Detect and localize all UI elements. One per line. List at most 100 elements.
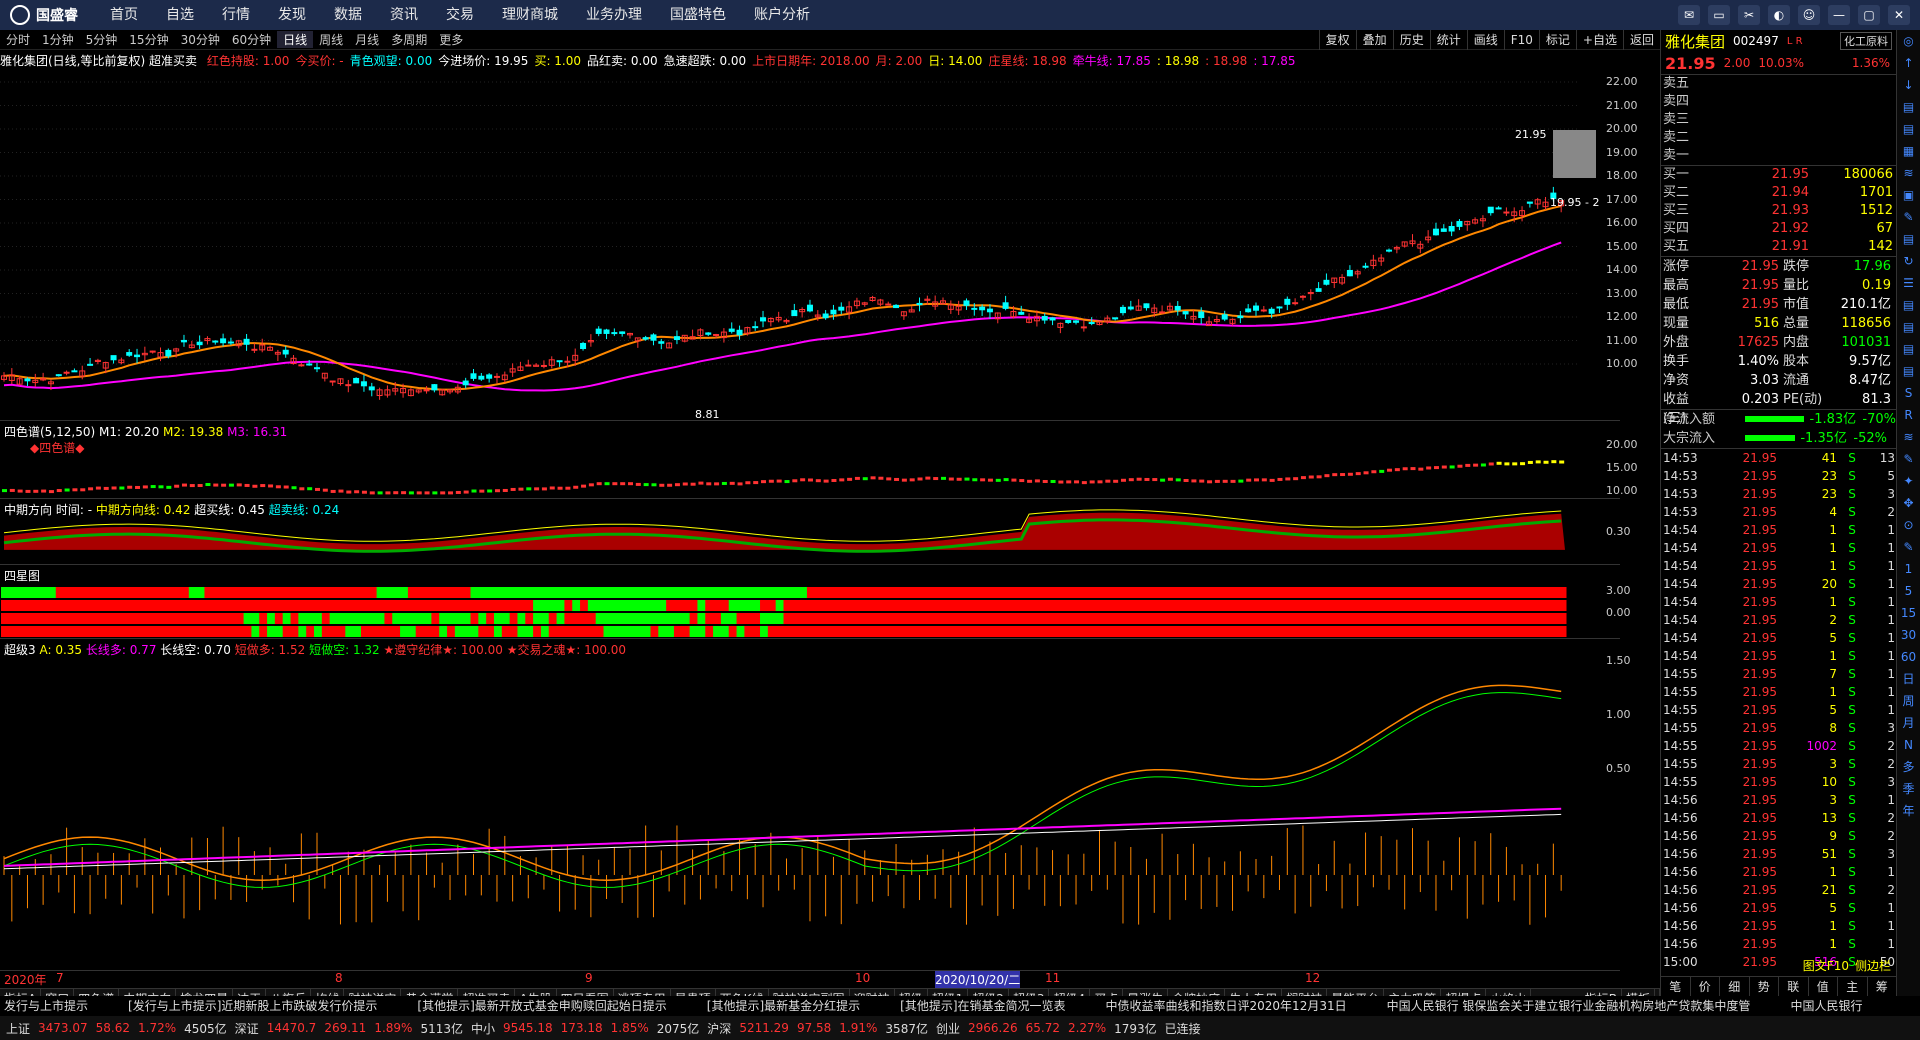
sidebar-tool[interactable]: ▣ xyxy=(1897,184,1920,206)
industry-button[interactable]: 化工原料 xyxy=(1840,32,1892,50)
period-tab[interactable]: 1分钟 xyxy=(36,31,80,48)
sidebar-tool[interactable]: ☰ xyxy=(1897,272,1920,294)
toolbar-button[interactable]: F10 xyxy=(1503,30,1539,50)
sidebar-tool[interactable]: 30 xyxy=(1897,624,1920,646)
panel5-chart[interactable] xyxy=(0,639,1580,971)
sidebar-tool[interactable]: ▤ xyxy=(1897,360,1920,382)
sidebar-tool[interactable]: ▤ xyxy=(1897,96,1920,118)
period-tab[interactable]: 分时 xyxy=(0,31,36,48)
sidebar-tool[interactable]: ◎ xyxy=(1897,30,1920,52)
sidebar-tool[interactable]: 日 xyxy=(1897,668,1920,690)
skin-icon[interactable]: ◐ xyxy=(1768,5,1790,25)
indicator-name[interactable]: 超准买卖 xyxy=(149,54,197,68)
period-tab[interactable]: 60分钟 xyxy=(226,31,277,48)
sidebar-tool[interactable]: 多 xyxy=(1897,756,1920,778)
quote-tab[interactable]: 值 xyxy=(1809,977,1838,996)
sidebar-tool[interactable]: ▦ xyxy=(1897,140,1920,162)
quote-tab[interactable]: 价 xyxy=(1691,977,1720,996)
sidebar-tool[interactable]: ≋ xyxy=(1897,426,1920,448)
app-logo[interactable]: 国盛睿 xyxy=(0,5,96,25)
nav-item[interactable]: 自选 xyxy=(152,0,208,30)
sidebar-tool[interactable]: ✥ xyxy=(1897,492,1920,514)
sidebar-tool[interactable]: ⊙ xyxy=(1897,514,1920,536)
sidebar-tool[interactable]: ▤ xyxy=(1897,316,1920,338)
sidebar-button[interactable]: 侧边栏 xyxy=(1855,956,1891,976)
period-tab[interactable]: 日线 xyxy=(277,31,314,48)
nav-item[interactable]: 资讯 xyxy=(376,0,432,30)
sidebar-tool[interactable]: ▤ xyxy=(1897,294,1920,316)
f10-button[interactable]: 图文F10 xyxy=(1803,956,1849,976)
quote-tab[interactable]: 笔 xyxy=(1661,977,1691,996)
sidebar-tool[interactable]: ✎ xyxy=(1897,536,1920,558)
sidebar-tool[interactable]: ↻ xyxy=(1897,250,1920,272)
sidebar-tool[interactable]: ✦ xyxy=(1897,470,1920,492)
panel4-chart[interactable] xyxy=(0,565,1580,639)
nav-item[interactable]: 账户分析 xyxy=(740,0,824,30)
toolbar-button[interactable]: 叠加 xyxy=(1355,30,1393,50)
nav-item[interactable]: 首页 xyxy=(96,0,152,30)
quote-tab[interactable]: 主 xyxy=(1838,977,1868,996)
nav-item[interactable]: 数据 xyxy=(320,0,376,30)
panel3-chart[interactable] xyxy=(0,499,1580,565)
message-icon[interactable]: ✉ xyxy=(1678,5,1700,25)
panel2-chart[interactable] xyxy=(0,421,1580,499)
quote-tab[interactable]: 势 xyxy=(1750,977,1779,996)
sidebar-tool[interactable]: ✎ xyxy=(1897,206,1920,228)
sidebar-tool[interactable]: S xyxy=(1897,382,1920,404)
user-icon[interactable]: ☺ xyxy=(1798,5,1820,25)
sidebar-tool[interactable]: 季 xyxy=(1897,778,1920,800)
period-tab[interactable]: 15分钟 xyxy=(123,31,174,48)
sidebar-tool[interactable]: 1 xyxy=(1897,558,1920,580)
period-tab[interactable]: 更多 xyxy=(433,31,469,48)
nav-item[interactable]: 理财商城 xyxy=(488,0,572,30)
quote-tab[interactable]: 联 xyxy=(1779,977,1809,996)
news-item[interactable]: 中国人民银行 银保监会关于建立银行业金融机构房地产贷款集中度管 xyxy=(1387,996,1751,1016)
tools-icon[interactable]: ✂ xyxy=(1738,5,1760,25)
sidebar-tool[interactable]: 60 xyxy=(1897,646,1920,668)
sidebar-tool[interactable]: ▤ xyxy=(1897,228,1920,250)
nav-item[interactable]: 发现 xyxy=(264,0,320,30)
nav-item[interactable]: 行情 xyxy=(208,0,264,30)
news-item[interactable]: [其他提示]最新基金分红提示 xyxy=(707,996,860,1016)
nav-item[interactable]: 国盛特色 xyxy=(656,0,740,30)
nav-item[interactable]: 交易 xyxy=(432,0,488,30)
toolbar-button[interactable]: +自选 xyxy=(1575,30,1623,50)
sidebar-tool[interactable]: 月 xyxy=(1897,712,1920,734)
minimize-icon[interactable]: — xyxy=(1828,5,1850,25)
sidebar-tool[interactable]: ≋ xyxy=(1897,162,1920,184)
period-tab[interactable]: 30分钟 xyxy=(175,31,226,48)
sidebar-tool[interactable]: 周 xyxy=(1897,690,1920,712)
sidebar-tool[interactable]: ↑ xyxy=(1897,52,1920,74)
quote-tab[interactable]: 细 xyxy=(1720,977,1750,996)
kline-chart[interactable]: 21.958.8119.95 - 2 xyxy=(0,70,1620,420)
nav-item[interactable]: 业务办理 xyxy=(572,0,656,30)
sidebar-tool[interactable]: ✎ xyxy=(1897,448,1920,470)
toolbar-button[interactable]: 返回 xyxy=(1622,30,1660,50)
news-item[interactable]: 发行与上市提示 xyxy=(4,996,88,1016)
news-item[interactable]: 中国人民银行 xyxy=(1790,996,1862,1016)
maximize-icon[interactable]: ▢ xyxy=(1858,5,1880,25)
sidebar-tool[interactable]: ▤ xyxy=(1897,118,1920,140)
sidebar-tool[interactable]: ↓ xyxy=(1897,74,1920,96)
news-item[interactable]: [其他提示]最新开放式基金申购赎回起始日提示 xyxy=(417,996,666,1016)
period-tab[interactable]: 5分钟 xyxy=(80,31,124,48)
sidebar-tool[interactable]: N xyxy=(1897,734,1920,756)
sidebar-tool[interactable]: 15 xyxy=(1897,602,1920,624)
news-item[interactable]: [其他提示]在销基金简况一览表 xyxy=(900,996,1065,1016)
toolbar-button[interactable]: 统计 xyxy=(1429,30,1467,50)
toolbar-button[interactable]: 标记 xyxy=(1538,30,1576,50)
quote-tab[interactable]: 筹 xyxy=(1868,977,1897,996)
sidebar-tool[interactable]: R xyxy=(1897,404,1920,426)
close-icon[interactable]: ✕ xyxy=(1888,5,1910,25)
period-tab[interactable]: 周线 xyxy=(313,31,349,48)
news-item[interactable]: [发行与上市提示]近期新股上市跌破发行价提示 xyxy=(128,996,377,1016)
sidebar-tool[interactable]: 年 xyxy=(1897,800,1920,822)
sidebar-tool[interactable]: 5 xyxy=(1897,580,1920,602)
toolbar-button[interactable]: 历史 xyxy=(1392,30,1430,50)
toolbar-button[interactable]: 画线 xyxy=(1466,30,1504,50)
sidebar-tool[interactable]: ▤ xyxy=(1897,338,1920,360)
period-tab[interactable]: 多周期 xyxy=(385,31,433,48)
period-tab[interactable]: 月线 xyxy=(349,31,385,48)
mail-icon[interactable]: ▭ xyxy=(1708,5,1730,25)
news-item[interactable]: 中债收益率曲线和指数日评2020年12月31日 xyxy=(1106,996,1347,1016)
